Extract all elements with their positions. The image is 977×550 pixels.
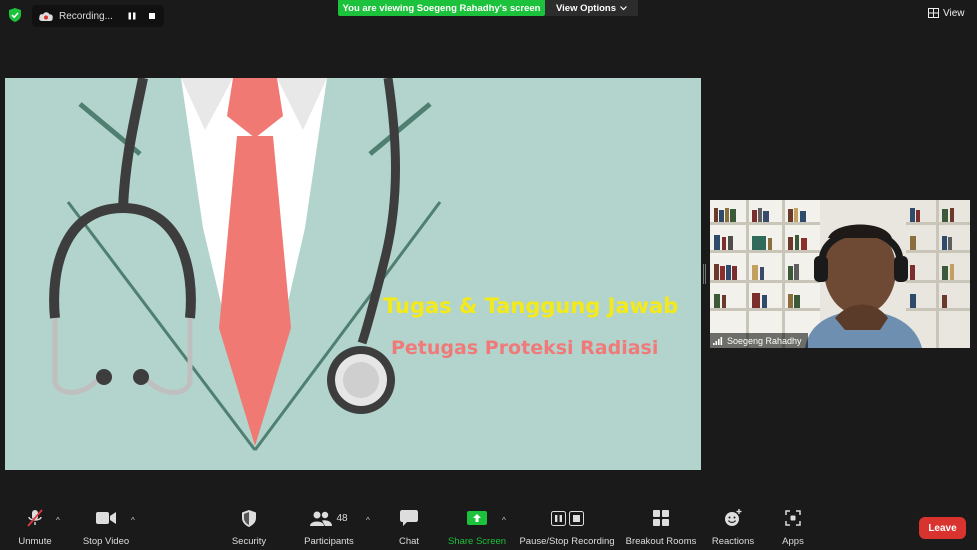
participant-video[interactable]: Soegeng Rahadhy: [710, 200, 970, 348]
reactions-emoji-icon: [725, 509, 742, 526]
chat-bubble-icon: [400, 510, 418, 526]
share-options-caret[interactable]: ^: [502, 516, 506, 525]
participant-name: Soegeng Rahadhy: [727, 335, 802, 346]
participant-name-tag: Soegeng Rahadhy: [710, 333, 808, 348]
chat-button[interactable]: Chat: [396, 508, 422, 547]
leave-button[interactable]: Leave: [919, 517, 966, 539]
breakout-rooms-label: Breakout Rooms: [625, 536, 697, 547]
participants-label: Participants: [304, 536, 354, 547]
pause-icon: [550, 510, 566, 526]
viewing-screen-banner: You are viewing Soegeng Rahadhy's screen: [338, 0, 545, 16]
doctor-coat-illustration: [49, 78, 442, 451]
video-feed-bookshelf: [710, 200, 970, 348]
grid-view-icon: [928, 8, 939, 18]
cloud-recording-icon: [39, 12, 53, 21]
security-button[interactable]: Security: [229, 508, 269, 547]
apps-button[interactable]: Apps: [779, 508, 807, 547]
breakout-rooms-icon: [653, 510, 669, 526]
share-screen-button[interactable]: Share Screen: [448, 508, 506, 547]
participants-options-caret[interactable]: ^: [366, 516, 370, 525]
stop-recording-button[interactable]: [145, 9, 159, 23]
participants-count: 48: [336, 512, 348, 524]
participants-icon: [310, 511, 333, 526]
security-shield-icon: [242, 509, 256, 527]
encryption-shield-icon[interactable]: [8, 8, 22, 22]
audio-options-caret[interactable]: ^: [56, 516, 60, 525]
share-screen-icon: [467, 511, 487, 525]
video-camera-icon: [96, 512, 116, 524]
panel-resize-handle[interactable]: [703, 264, 706, 284]
view-options-button[interactable]: View Options: [545, 0, 638, 16]
apps-label: Apps: [782, 536, 804, 547]
chat-label: Chat: [398, 536, 420, 547]
top-bar: Recording... You are viewing Soegeng Rah…: [0, 0, 977, 28]
pause-stop-recording-button[interactable]: Pause/Stop Recording: [519, 508, 615, 547]
apps-icon: [785, 510, 801, 526]
stop-video-label: Stop Video: [82, 536, 130, 547]
chevron-down-icon: [620, 5, 627, 10]
unmute-button[interactable]: Unmute: [16, 508, 54, 547]
slide-title: Tugas & Tanggung Jawab: [383, 294, 679, 318]
view-button[interactable]: View: [928, 5, 965, 21]
meeting-toolbar: Unmute ^ Stop Video ^ Security 48 Partic…: [0, 502, 977, 550]
view-label: View: [943, 7, 965, 19]
reactions-button[interactable]: Reactions: [711, 508, 755, 547]
recording-indicator: Recording...: [32, 5, 164, 27]
shared-screen: Tugas & Tanggung Jawab Petugas Proteksi …: [5, 78, 701, 470]
microphone-muted-icon: [27, 509, 43, 527]
recording-label: Recording...: [59, 10, 113, 22]
reactions-label: Reactions: [711, 536, 755, 547]
stop-video-button[interactable]: Stop Video: [80, 508, 132, 547]
security-label: Security: [231, 536, 267, 547]
pause-recording-button[interactable]: [125, 9, 139, 23]
participants-button[interactable]: 48 Participants: [302, 508, 356, 547]
video-options-caret[interactable]: ^: [131, 516, 135, 525]
view-options-label: View Options: [555, 2, 616, 14]
breakout-rooms-button[interactable]: Breakout Rooms: [625, 508, 697, 547]
pause-icon: [128, 12, 136, 20]
signal-strength-icon: [713, 336, 723, 345]
share-screen-label: Share Screen: [447, 536, 507, 547]
pause-stop-recording-label: Pause/Stop Recording: [519, 536, 615, 547]
slide-subtitle: Petugas Proteksi Radiasi: [391, 337, 659, 359]
stop-icon: [149, 13, 155, 19]
stop-icon: [568, 510, 584, 526]
unmute-label: Unmute: [18, 536, 52, 547]
